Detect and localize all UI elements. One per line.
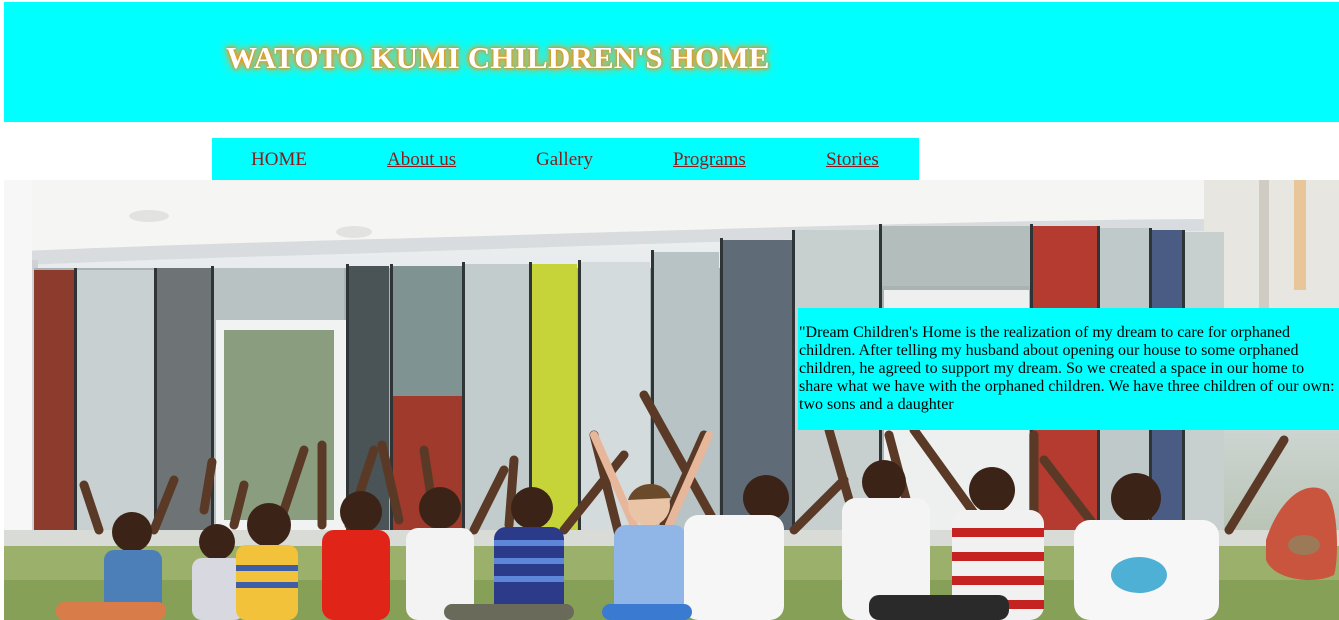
nav-about-us-link[interactable]: About us [387,149,456,171]
nav-stories-link[interactable]: Stories [826,149,879,171]
site-title: WATOTO KUMI CHILDREN'S HOME [226,40,770,75]
nav-gallery-link[interactable]: Gallery [536,149,593,171]
site-header: WATOTO KUMI CHILDREN'S HOME [4,2,1339,122]
main-navigation: HOME About us Gallery Programs Stories [212,138,919,180]
welcome-quote: "Dream Children's Home is the realizatio… [798,308,1339,430]
welcome-quote-text: "Dream Children's Home is the realizatio… [799,324,1335,413]
nav-home-link[interactable]: HOME [251,149,307,171]
nav-programs-link[interactable]: Programs [673,149,746,171]
